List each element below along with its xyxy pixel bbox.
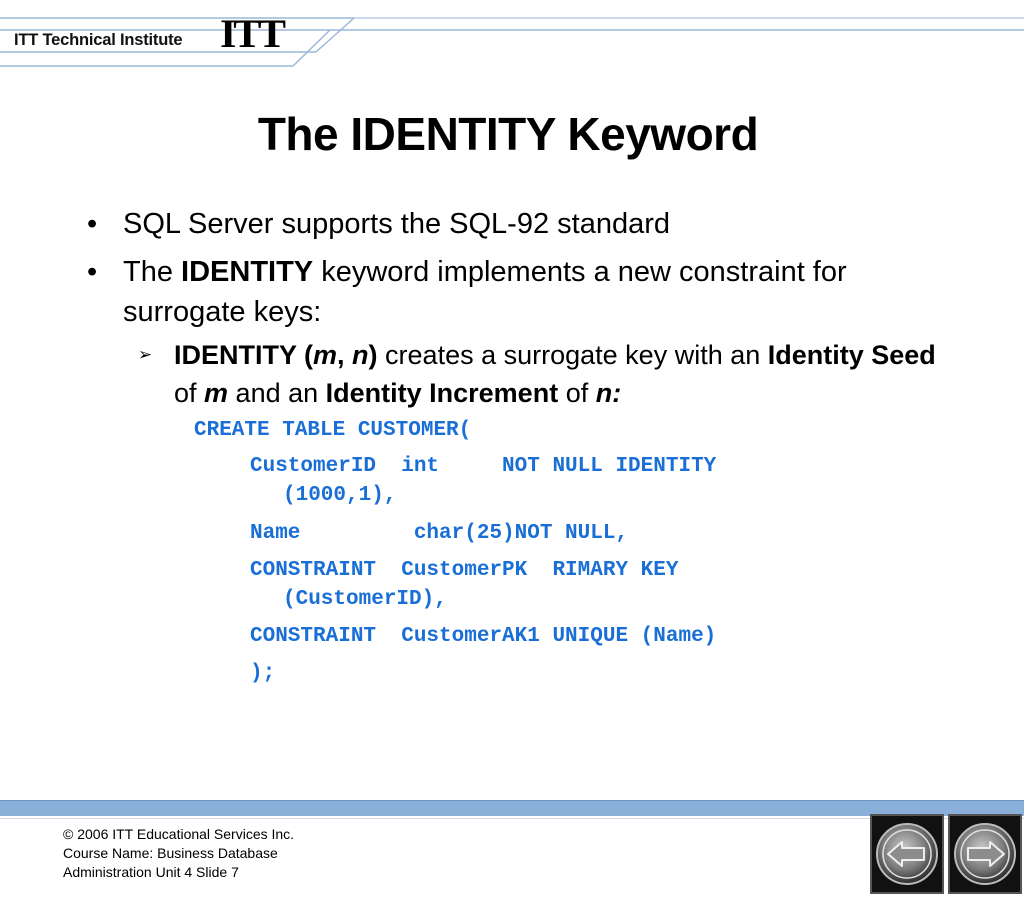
bullet-item: • SQL Server supports the SQL-92 standar…	[87, 204, 670, 244]
code-line: CONSTRAINT CustomerPK RIMARY KEY	[250, 559, 679, 582]
code-line: (CustomerID),	[283, 588, 447, 611]
footer-line: Administration Unit 4 Slide 7	[63, 864, 239, 880]
bullet-item: • The IDENTITY keyword implements a new …	[87, 252, 947, 332]
bullet-dot: •	[87, 256, 98, 288]
sub-bullet-item: ➢ IDENTITY (m, n) creates a surrogate ke…	[138, 336, 938, 412]
code-line: CONSTRAINT CustomerAK1 UNIQUE (Name)	[250, 625, 717, 648]
bullet-text: The IDENTITY keyword implements a new co…	[123, 256, 847, 328]
itt-logo: ITT	[220, 11, 286, 56]
sub-bullet-text: IDENTITY (m, n) creates a surrogate key …	[174, 340, 936, 408]
code-line: (1000,1),	[283, 484, 397, 507]
code-line: );	[250, 662, 276, 685]
bullet-text: SQL Server supports the SQL-92 standard	[123, 208, 670, 240]
next-slide-button[interactable]	[948, 814, 1022, 894]
footer-line: © 2006 ITT Educational Services Inc.	[63, 826, 295, 842]
slide-title: The IDENTITY Keyword	[257, 108, 759, 160]
institute-name: ITT Technical Institute	[14, 31, 183, 49]
footer-line: Course Name: Business Database	[63, 845, 278, 861]
arrow-bullet-icon: ➢	[138, 345, 153, 364]
code-line: CustomerID int NOT NULL IDENTITY	[250, 455, 717, 478]
arrow-left-icon	[876, 823, 938, 885]
arrow-right-icon	[954, 823, 1016, 885]
bullet-dot: •	[87, 208, 98, 240]
footer-copyright: © 2006 ITT Educational Services Inc. Cou…	[63, 825, 294, 882]
previous-slide-button[interactable]	[870, 814, 944, 894]
slide-header: ITT Technical Institute ITT	[0, 0, 1024, 70]
code-line: Name char(25)NOT NULL,	[250, 522, 629, 545]
code-line: CREATE TABLE CUSTOMER(	[194, 419, 472, 442]
